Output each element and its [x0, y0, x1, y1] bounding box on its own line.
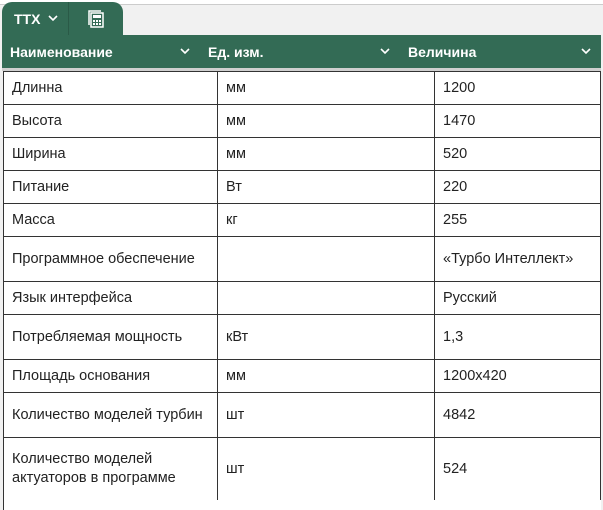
cell-value: 1,3: [434, 314, 601, 360]
table-row[interactable]: Питание Вт 220: [3, 170, 601, 204]
tab-label: ТТХ: [14, 10, 41, 27]
column-header-value[interactable]: Величина: [400, 35, 601, 68]
column-header-unit[interactable]: Ед. изм.: [200, 35, 400, 68]
calculator-icon: [88, 9, 104, 28]
column-label: Наименование: [10, 43, 113, 60]
cell-value: 524: [434, 437, 601, 501]
calculator-button[interactable]: [69, 2, 123, 35]
cell-unit: [217, 281, 435, 315]
cell-value: Русский: [434, 281, 601, 315]
chevron-down-icon: [380, 48, 390, 55]
cell-value: 220: [434, 170, 601, 204]
cell-value: 520: [434, 137, 601, 171]
cell-unit: мм: [217, 71, 435, 105]
cell-name: Ширина: [3, 137, 218, 171]
cell-unit: Вт: [217, 170, 435, 204]
table-row[interactable]: Длинна мм 1200: [3, 71, 601, 105]
cell-unit: шт: [217, 392, 435, 438]
cell-unit: шт: [217, 437, 435, 501]
cell-value: 4842: [434, 392, 601, 438]
table-row[interactable]: Потребляемая мощность кВт 1,3: [3, 314, 601, 360]
cell-value: «Турбо Интеллект»: [434, 236, 601, 282]
table-row[interactable]: Площадь основания мм 1200x420: [3, 359, 601, 393]
cell-name: Количество моделей турбин: [3, 392, 218, 438]
cell-name: Длинна: [3, 71, 218, 105]
cell-name: Программное обеспечение: [3, 236, 218, 282]
specs-table: Длинна мм 1200 Высота мм 1470 Ширина мм 520 Питан…: [3, 71, 601, 501]
cell-name: Потребляемая мощность: [3, 314, 218, 360]
chevron-down-icon: [581, 48, 591, 55]
cell-unit: [217, 236, 435, 282]
column-label: Ед. изм.: [208, 43, 264, 60]
chevron-down-icon: [180, 48, 190, 55]
table-row[interactable]: Масса кг 255: [3, 203, 601, 237]
cell-name: Масса: [3, 203, 218, 237]
chevron-down-icon: [48, 15, 59, 22]
cell-value: 255: [434, 203, 601, 237]
cell-name: Питание: [3, 170, 218, 204]
column-label: Величина: [408, 43, 477, 60]
table-row[interactable]: Программное обеспечение «Турбо Интеллект»: [3, 236, 601, 282]
tab-ttx[interactable]: ТТХ: [2, 2, 70, 35]
tab-bar: ТТХ: [2, 2, 123, 35]
table-footer: [3, 500, 601, 510]
cell-name: Площадь основания: [3, 359, 218, 393]
cell-unit: мм: [217, 137, 435, 171]
table-header: Наименование Ед. изм. Величина: [2, 35, 601, 68]
table-row[interactable]: Ширина мм 520: [3, 137, 601, 171]
table-row[interactable]: Количество моделей турбин шт 4842: [3, 392, 601, 438]
cell-value: 1200: [434, 71, 601, 105]
cell-name: Количество моделей актуаторов в программ…: [3, 437, 218, 501]
cell-value: 1470: [434, 104, 601, 138]
cell-unit: мм: [217, 104, 435, 138]
column-header-name[interactable]: Наименование: [2, 35, 200, 68]
cell-value: 1200x420: [434, 359, 601, 393]
cell-unit: мм: [217, 359, 435, 393]
cell-unit: кВт: [217, 314, 435, 360]
cell-name: Высота: [3, 104, 218, 138]
cell-name: Язык интерфейса: [3, 281, 218, 315]
table-row[interactable]: Язык интерфейса Русский: [3, 281, 601, 315]
table-row[interactable]: Количество моделей актуаторов в программ…: [3, 437, 601, 501]
table-row[interactable]: Высота мм 1470: [3, 104, 601, 138]
cell-unit: кг: [217, 203, 435, 237]
